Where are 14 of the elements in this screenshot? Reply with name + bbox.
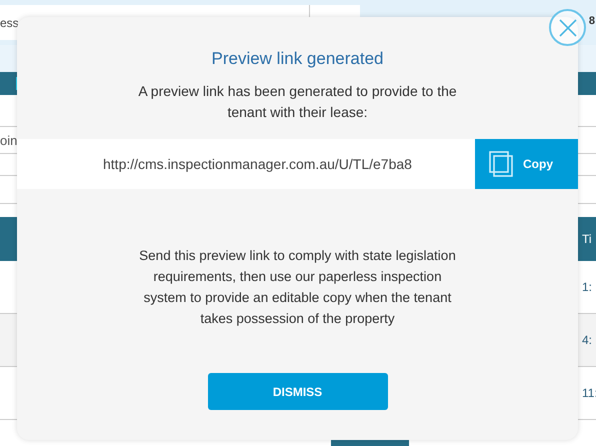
table-cell-text: 4:	[582, 333, 594, 347]
copy-button[interactable]: Copy	[475, 139, 578, 189]
close-icon	[558, 18, 578, 38]
intro-text: A preview link has been generated to provide to the tenant with their lease:	[137, 82, 458, 122]
copy-icon	[489, 151, 513, 177]
dialog-title: Preview link generated	[212, 49, 384, 69]
dismiss-button[interactable]: DISMISS	[208, 373, 388, 410]
close-button[interactable]	[549, 9, 586, 46]
body-text: Send this preview link to comply with state legislation requirements, then use our paperless inspection system to provide an editable copy when the tenant takes possession of the property	[138, 247, 457, 328]
table-cell-text: 1:	[582, 280, 594, 294]
column-header: Ti	[582, 232, 593, 246]
account-text: 8	[588, 15, 596, 27]
row-text: oin	[0, 132, 18, 148]
link-field[interactable]: http://cms.inspectionmanager.com.au/U/TL/e7ba8	[17, 139, 475, 189]
